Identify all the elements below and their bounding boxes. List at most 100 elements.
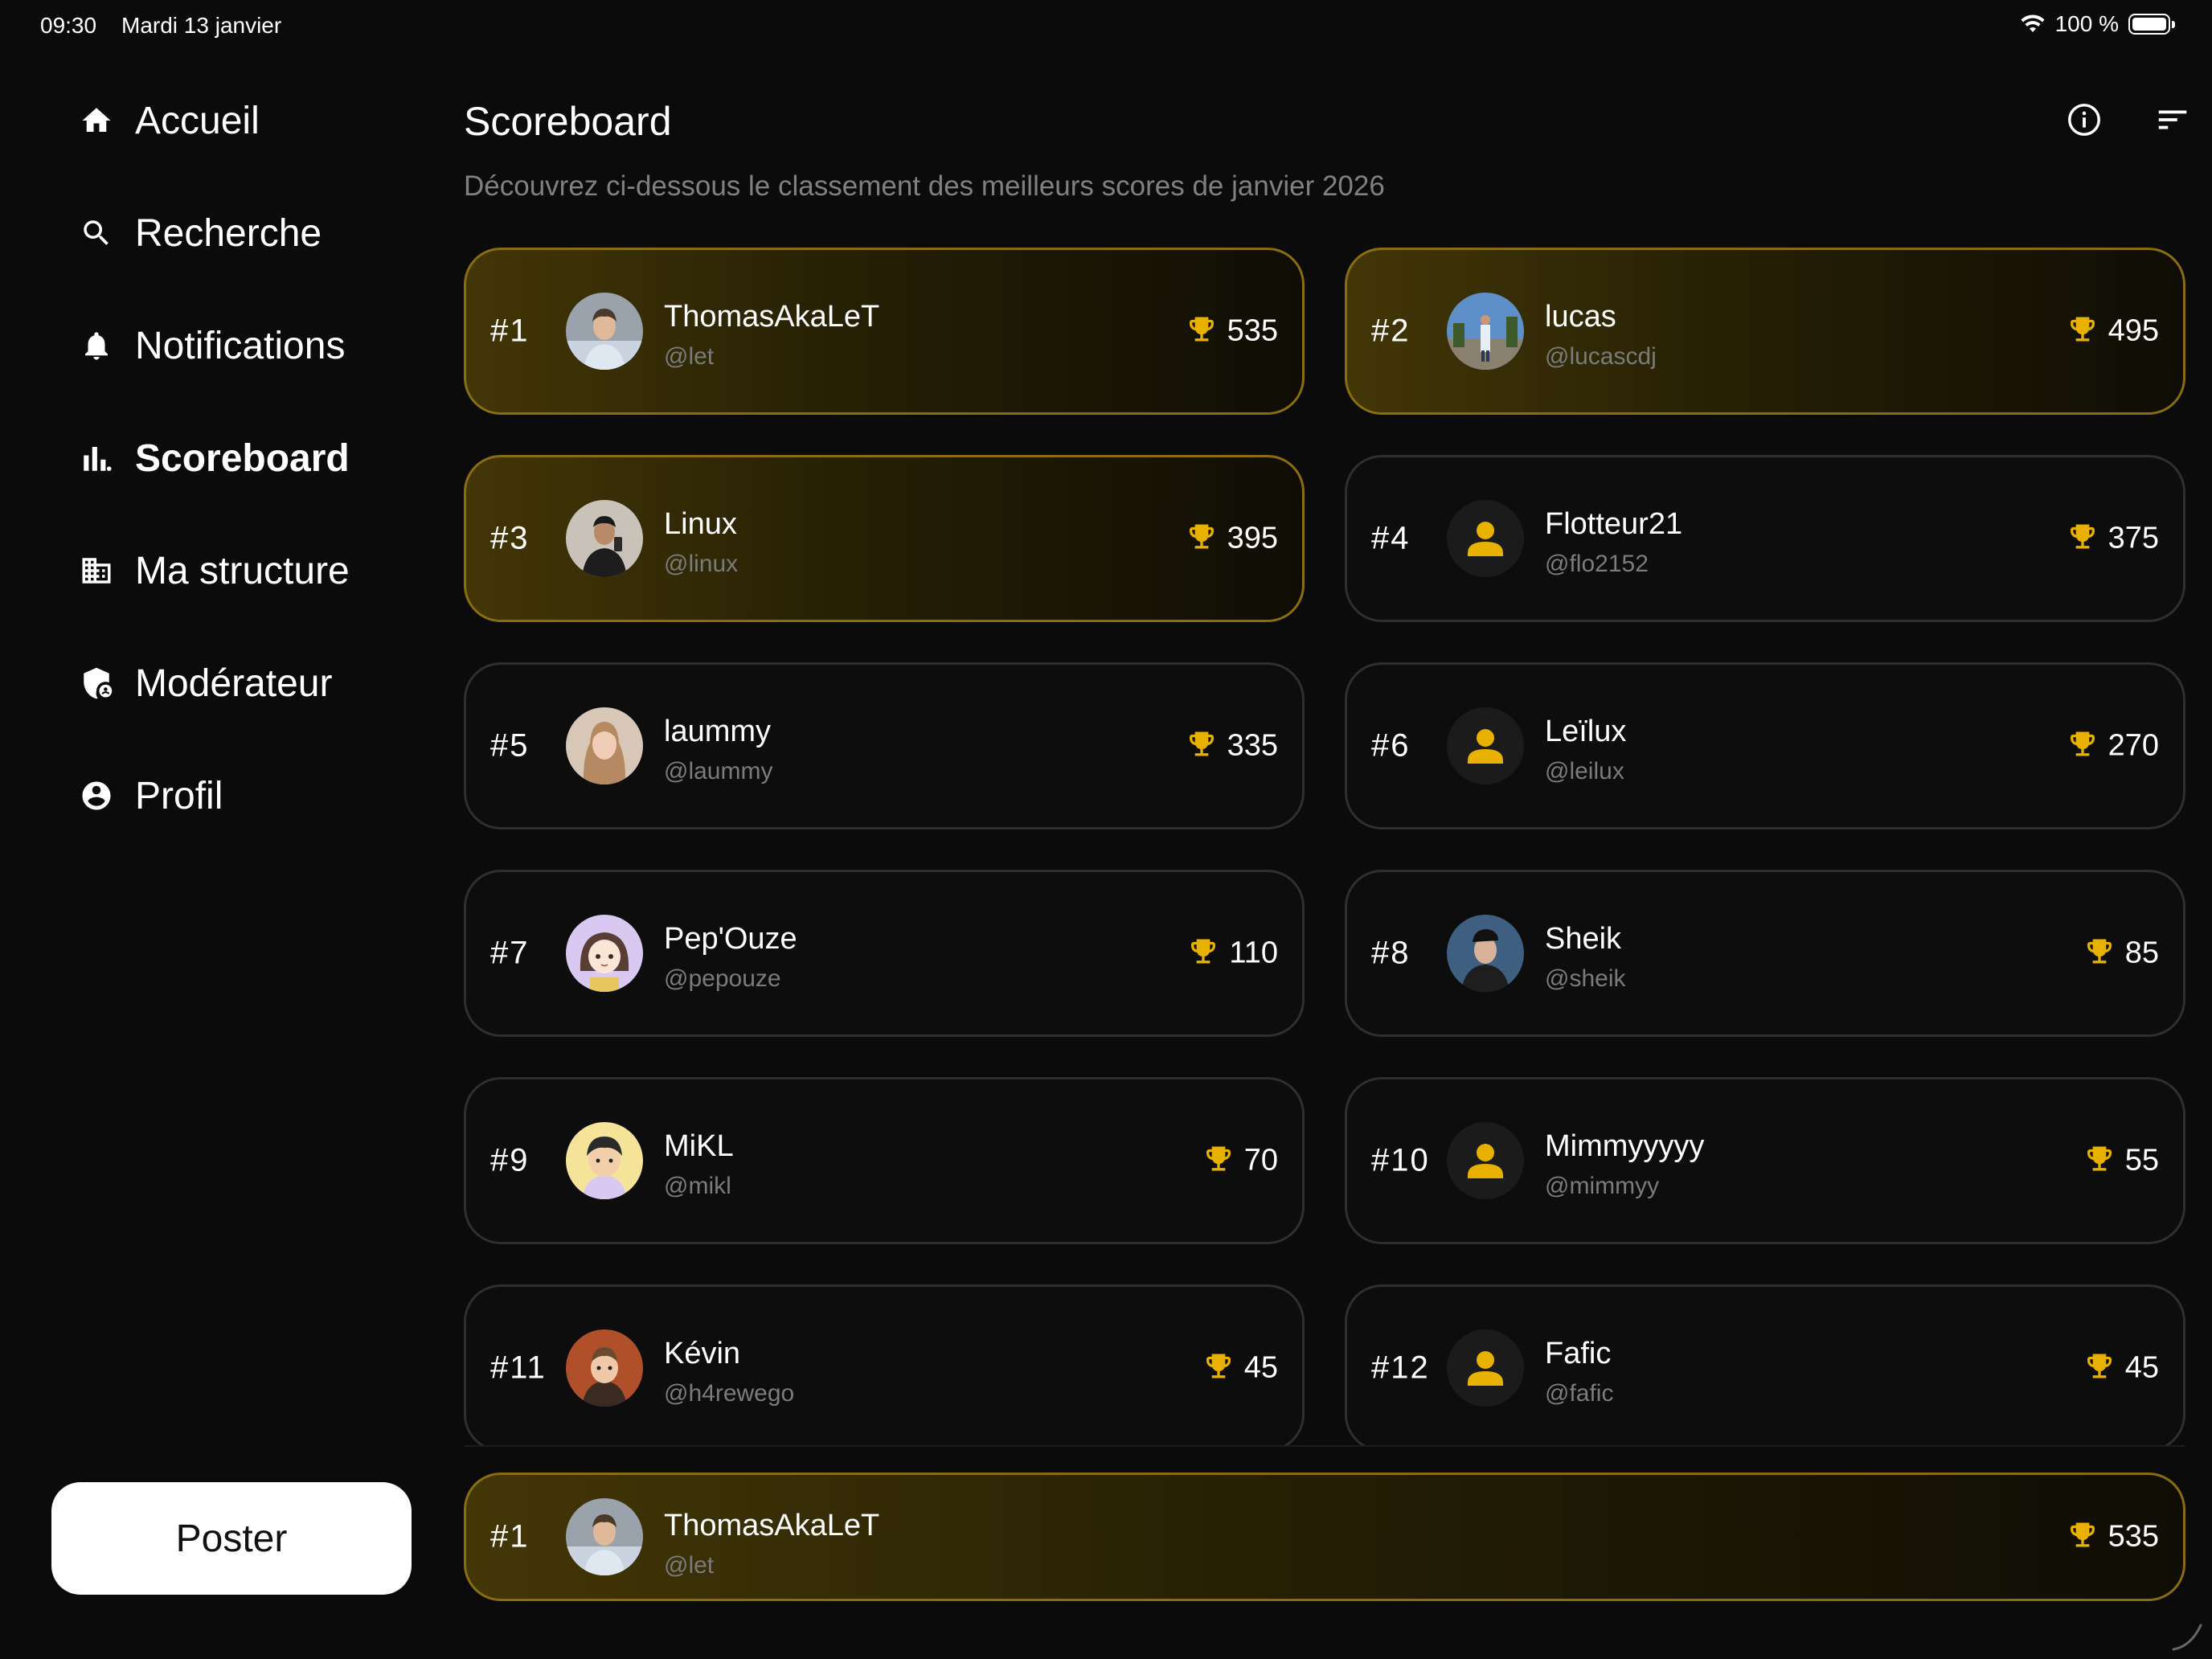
avatar — [566, 1498, 643, 1575]
user-handle: @leilux — [1545, 758, 1624, 784]
trophy-icon — [2067, 521, 2099, 557]
rank-label: #9 — [490, 1142, 530, 1178]
avatar — [566, 1122, 643, 1199]
user-handle: @lucascdj — [1545, 343, 1657, 370]
shield-user-icon — [77, 664, 116, 703]
current-user-card[interactable]: #1 ThomasAkaLeT @let 535 — [464, 1473, 2185, 1601]
trophy-icon — [2067, 1519, 2099, 1555]
sidebar-item-scoreboard[interactable]: Scoreboard — [77, 426, 431, 490]
score-value: 375 — [2108, 521, 2159, 555]
username: Flotteur21 — [1545, 507, 1683, 541]
ranking-card[interactable]: #9 MiKL @mikl 70 — [464, 1077, 1305, 1244]
ranking-card[interactable]: #5 laummy @laummy 335 — [464, 662, 1305, 830]
account-circle-icon — [77, 776, 116, 815]
rank-label: #6 — [1371, 727, 1411, 764]
avatar — [566, 915, 643, 992]
username: Leïlux — [1545, 715, 1627, 748]
bar-chart-icon — [77, 439, 116, 477]
username: ThomasAkaLeT — [664, 300, 880, 334]
score-value: 45 — [2124, 1350, 2159, 1385]
score: 395 — [1186, 521, 1278, 557]
username: MiKL — [664, 1129, 734, 1163]
battery-percent: 100 % — [2054, 11, 2119, 36]
sidebar-item-label: Profil — [135, 774, 223, 817]
score-value: 55 — [2124, 1143, 2159, 1178]
trophy-icon — [1202, 1143, 1235, 1179]
ranking-card[interactable]: #12 Fafic @fafic 45 — [1345, 1284, 2185, 1452]
sidebar-item-recherche[interactable]: Recherche — [77, 201, 431, 265]
default-avatar-icon — [1447, 500, 1524, 577]
ranking-card[interactable]: #4 Flotteur21 @flo2152 375 — [1345, 455, 2185, 622]
status-time: 09:30 — [40, 13, 97, 38]
avatar — [1447, 293, 1524, 370]
ranking-card[interactable]: #7 Pep'Ouze @pepouze 110 — [464, 870, 1305, 1037]
sidebar-item-accueil[interactable]: Accueil — [77, 88, 431, 153]
score: 85 — [2083, 936, 2159, 972]
score-value: 110 — [1229, 936, 1278, 970]
ranking-card[interactable]: #11 Kévin @h4rewego 45 — [464, 1284, 1305, 1452]
sidebar-item-ma-structure[interactable]: Ma structure — [77, 539, 431, 603]
rank-label: #12 — [1371, 1350, 1430, 1386]
trophy-icon — [2083, 1350, 2116, 1387]
avatar — [566, 707, 643, 784]
username: ThomasAkaLeT — [664, 1509, 880, 1542]
sidebar-item-label: Scoreboard — [135, 436, 350, 480]
rank-label: #1 — [490, 1518, 530, 1555]
rank-label: #11 — [490, 1350, 547, 1386]
score-value: 395 — [1227, 521, 1278, 555]
default-avatar-icon — [1447, 1122, 1524, 1199]
sort-icon[interactable] — [2154, 101, 2191, 138]
score-value: 70 — [1243, 1143, 1278, 1178]
building-icon — [77, 551, 116, 590]
trophy-icon — [2067, 728, 2099, 764]
ranking-card[interactable]: #2 lucas @lucascdj 495 — [1345, 248, 2185, 415]
score-value: 45 — [1243, 1350, 1278, 1385]
score: 270 — [2067, 728, 2159, 764]
score: 535 — [1186, 313, 1278, 350]
sidebar-item-moderateur[interactable]: Modérateur — [77, 651, 431, 715]
score-value: 335 — [1227, 728, 1278, 763]
home-icon — [77, 101, 116, 140]
username: Sheik — [1545, 922, 1622, 956]
rank-label: #2 — [1371, 313, 1411, 349]
score: 335 — [1186, 728, 1278, 764]
user-handle: @laummy — [664, 758, 773, 784]
sidebar-item-notifications[interactable]: Notifications — [77, 313, 431, 378]
username: Pep'Ouze — [664, 922, 797, 956]
ranking-card[interactable]: #6 Leïlux @leilux 270 — [1345, 662, 2185, 830]
trophy-icon — [1186, 313, 1218, 350]
score: 45 — [1202, 1350, 1278, 1387]
ranking-card[interactable]: #3 Linux @linux 395 — [464, 455, 1305, 622]
username: Kévin — [664, 1337, 741, 1370]
user-handle: @sheik — [1545, 965, 1626, 992]
user-handle: @let — [664, 343, 715, 370]
trophy-icon — [1202, 1350, 1235, 1387]
default-avatar-icon — [1447, 1329, 1524, 1407]
ranking-card[interactable]: #1 ThomasAkaLeT @let 535 — [464, 248, 1305, 415]
username: Mimmyyyyy — [1545, 1129, 1705, 1163]
user-handle: @mimmyy — [1545, 1173, 1660, 1199]
poster-button[interactable]: Poster — [51, 1482, 412, 1595]
resize-handle-icon — [2172, 1624, 2202, 1651]
ranking-card[interactable]: #10 Mimmyyyyy @mimmyy 55 — [1345, 1077, 2185, 1244]
page-subtitle: Découvrez ci-dessous le classement des m… — [464, 170, 1385, 202]
sidebar-item-label: Modérateur — [135, 662, 333, 705]
page-title: Scoreboard — [464, 99, 672, 144]
score-value: 85 — [2124, 936, 2159, 970]
trophy-icon — [2067, 313, 2099, 350]
info-icon[interactable] — [2066, 101, 2103, 138]
sidebar-item-profil[interactable]: Profil — [77, 764, 431, 828]
sidebar-item-label: Recherche — [135, 211, 322, 255]
trophy-icon — [1186, 521, 1218, 557]
default-avatar-icon — [1447, 707, 1524, 784]
user-handle: @let — [664, 1552, 715, 1579]
score-value: 535 — [2108, 1519, 2159, 1554]
rank-label: #7 — [490, 935, 530, 971]
sidebar-item-label: Accueil — [135, 99, 260, 142]
username: laummy — [664, 715, 772, 748]
rank-label: #4 — [1371, 520, 1411, 556]
username: Fafic — [1545, 1337, 1612, 1370]
ranking-card[interactable]: #8 Sheik @sheik 85 — [1345, 870, 2185, 1037]
score-value: 270 — [2108, 728, 2159, 763]
rank-label: #10 — [1371, 1142, 1430, 1178]
